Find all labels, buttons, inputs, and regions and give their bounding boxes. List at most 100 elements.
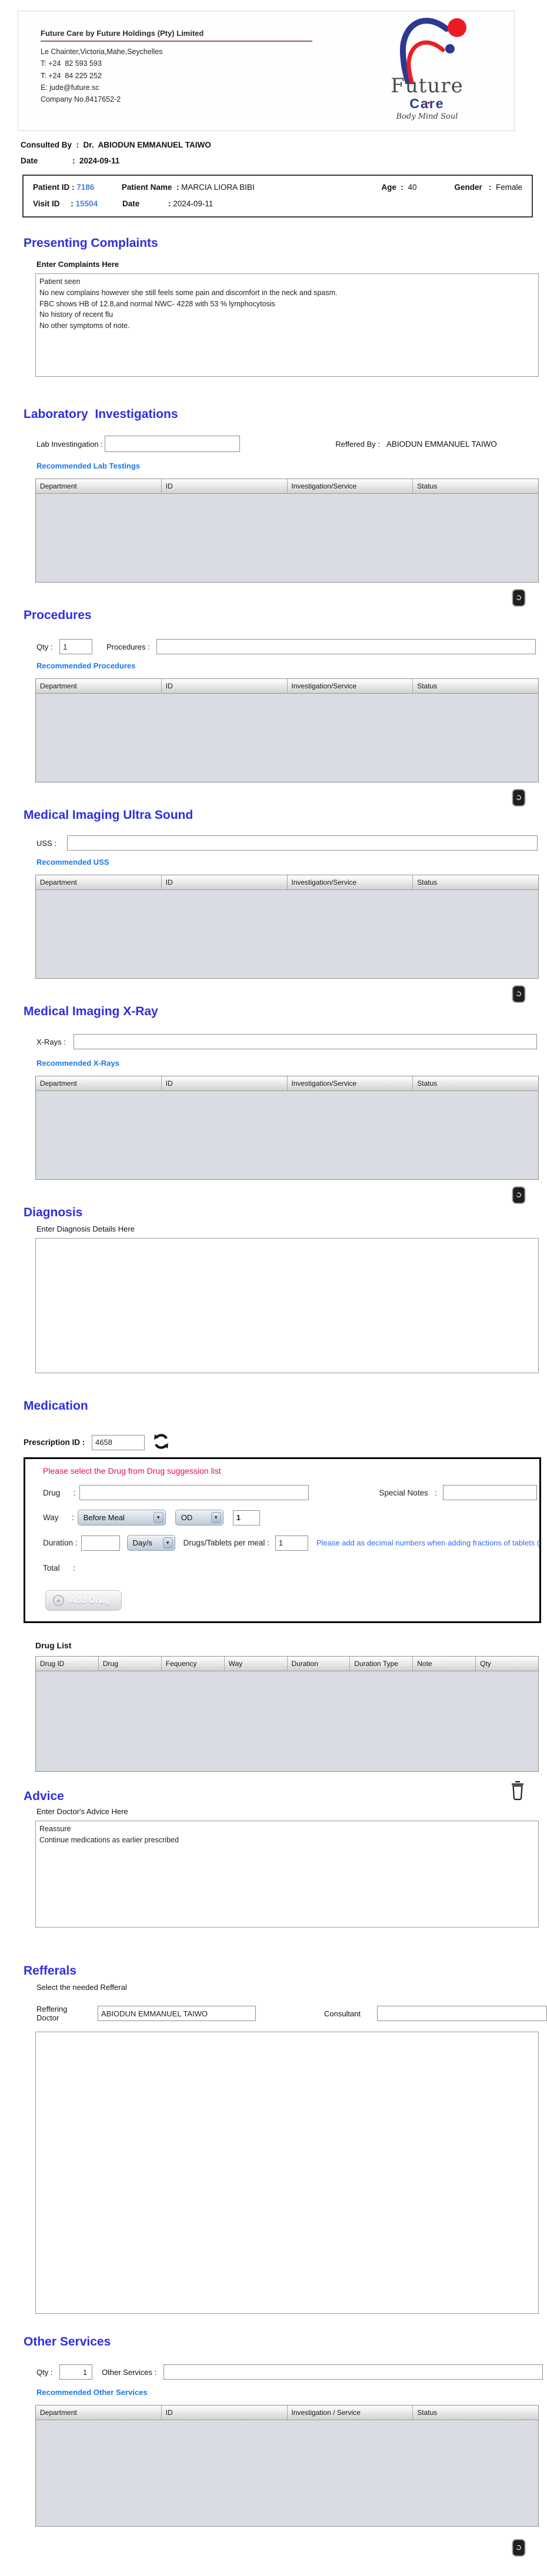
- lab-table: Department ID Investigation/Service Status: [35, 479, 539, 583]
- way-label: Way :: [43, 1513, 74, 1522]
- patient-id-field: Patient ID : 7186: [33, 183, 95, 192]
- recommended-uss-link[interactable]: Recommended USS: [36, 858, 109, 867]
- clinical-consultation-page: Future Care by Future Holdings (Pty) Lim…: [0, 11, 547, 2576]
- column-header: Investigation / Service: [288, 2406, 413, 2420]
- lab-table-header: Department ID Investigation/Service Status: [36, 479, 538, 494]
- xrays-label: X-Rays :: [36, 1037, 68, 1046]
- lab-investigation-input[interactable]: [105, 436, 241, 452]
- uss-table: Department ID Investigation/Service Status: [35, 875, 539, 979]
- uss-table-header: Department ID Investigation/Service Status: [36, 875, 538, 890]
- other-services-table-header: Department ID Investigation / Service Statu…: [36, 2406, 538, 2420]
- column-header: Way: [225, 1657, 288, 1671]
- duration-label: Duration :: [43, 1538, 78, 1547]
- section-title-other-services: Other Services: [24, 2335, 111, 2348]
- trash-icon: [512, 985, 526, 1003]
- section-title-xray: Medical Imaging X-Ray: [24, 1005, 158, 1018]
- recommended-lab-testings-link[interactable]: Recommended Lab Testings: [36, 461, 140, 470]
- consultant-label: Consultant: [323, 2009, 361, 2018]
- consultant-input[interactable]: [377, 2006, 547, 2021]
- way-select[interactable]: Before Meal ▼: [77, 1510, 166, 1525]
- company-name: Future Care by Future Holdings (Pty) Lim…: [41, 29, 312, 42]
- consulted-by-value: Dr. ABIODUN EMMANUEL TAIWO: [83, 140, 211, 149]
- column-header: Department: [36, 2406, 162, 2420]
- column-header: Status: [417, 2408, 438, 2417]
- clear-other-services-table-button[interactable]: [512, 2538, 526, 2559]
- diagnosis-textarea[interactable]: [35, 1238, 539, 1373]
- prescription-id-input[interactable]: [92, 1434, 145, 1450]
- column-header: Investigation/Service: [288, 1076, 413, 1090]
- prescription-id-label: Prescription ID :: [24, 1438, 88, 1447]
- xrays-input[interactable]: [74, 1034, 538, 1049]
- patient-info-box: Patient ID : 7186 Patient Name : MARCIA …: [22, 175, 533, 218]
- procedures-table-header: Department ID Investigation/Service Status: [36, 679, 538, 694]
- clear-lab-table-button[interactable]: [512, 588, 526, 609]
- logo-word-care: Care ♥: [409, 96, 445, 111]
- clear-uss-table-button[interactable]: [512, 985, 526, 1005]
- clear-procedures-table-button[interactable]: [512, 788, 526, 809]
- chevron-down-icon: ▼: [162, 1537, 173, 1548]
- visit-id-value: 15504: [75, 199, 98, 208]
- date-label: Date: [21, 156, 38, 165]
- drug-label: Drug :: [43, 1488, 76, 1497]
- column-header: Department: [36, 479, 162, 493]
- lab-investigation-label: Lab Investingation :: [36, 439, 105, 449]
- visit-id-field: Visit ID : 15504: [33, 199, 98, 208]
- other-services-input[interactable]: [163, 2364, 543, 2380]
- procedures-table: Department ID Investigation/Service Status: [35, 678, 539, 782]
- trash-icon: [512, 2538, 526, 2557]
- uss-input[interactable]: [66, 835, 538, 851]
- way-qty-input[interactable]: [232, 1510, 260, 1525]
- complaints-textarea[interactable]: Patient seen No new complains however sh…: [35, 273, 539, 377]
- total-label: Total :: [43, 1564, 75, 1573]
- reffered-by-value: ABIODUN EMMANUEL TAIWO: [386, 439, 497, 449]
- column-header: Department: [36, 679, 162, 693]
- recommended-procedures-link[interactable]: Recommended Procedures: [36, 661, 135, 670]
- procedures-qty-label: Qty :: [36, 642, 55, 651]
- clear-drug-list-button[interactable]: [509, 1780, 526, 1803]
- drug-list-table: Drug ID Drug Fequency Way Duration Duration T…: [35, 1656, 539, 1772]
- procedures-qty-input[interactable]: [59, 639, 93, 654]
- company-number: Company No.8417652-2: [41, 95, 121, 103]
- other-services-table: Department ID Investigation / Service Statu…: [35, 2405, 539, 2527]
- visit-date-value: 2024-09-11: [173, 199, 214, 208]
- logo-word-future: Future: [391, 74, 463, 98]
- column-header: Status: [417, 482, 438, 490]
- patient-gender-field: Gender : Female: [454, 183, 522, 192]
- complaints-label: Enter Complaints Here: [36, 260, 119, 269]
- section-title-medication: Medication: [24, 1399, 88, 1413]
- drug-select-warning: Please select the Drug from Drug suggess…: [43, 1466, 221, 1476]
- advice-textarea[interactable]: Reassure Continue medications as earlier…: [35, 1821, 539, 1928]
- section-title-ultrasound: Medical Imaging Ultra Sound: [24, 808, 194, 822]
- column-header: Department: [36, 1076, 162, 1090]
- column-header: ID: [162, 679, 288, 693]
- clear-xray-table-button[interactable]: [512, 1186, 526, 1206]
- diagnosis-label: Enter Diagnosis Details Here: [36, 1225, 135, 1233]
- column-header: Department: [36, 875, 162, 889]
- reffering-doctor-input[interactable]: [98, 2006, 256, 2021]
- other-qty-input[interactable]: [59, 2364, 93, 2380]
- refferal-sub-label: Select the needed Refferal: [36, 1983, 127, 1992]
- refresh-prescription-button[interactable]: [153, 1433, 169, 1451]
- recommended-xrays-link[interactable]: Recommended X-Rays: [36, 1059, 119, 1068]
- procedures-input[interactable]: [156, 639, 536, 654]
- xray-table: Department ID Investigation/Service Status: [35, 1076, 539, 1180]
- uss-label: USS :: [36, 838, 59, 848]
- add-drug-button[interactable]: + Add Drug: [45, 1590, 122, 1611]
- heart-icon: ♥: [427, 100, 432, 106]
- chevron-down-icon: ▼: [211, 1512, 221, 1523]
- column-header: Duration Type: [350, 1657, 413, 1671]
- patient-id-value: 7186: [76, 183, 95, 192]
- drug-entry-panel: Please select the Drug from Drug suggess…: [24, 1457, 541, 1623]
- frequency-select[interactable]: OD ▼: [175, 1510, 224, 1525]
- per-meal-input[interactable]: [275, 1535, 308, 1551]
- chevron-down-icon: ▼: [153, 1512, 164, 1523]
- duration-unit-select[interactable]: Day/s ▼: [126, 1535, 175, 1551]
- section-title-laboratory-investigations: Laboratory Investigations: [24, 407, 178, 421]
- refferal-list-box[interactable]: [35, 2032, 539, 2314]
- special-notes-input[interactable]: [442, 1485, 537, 1500]
- recommended-other-services-link[interactable]: Recommended Other Services: [36, 2388, 148, 2397]
- duration-input[interactable]: [81, 1535, 120, 1551]
- section-title-procedures: Procedures: [24, 608, 92, 622]
- drug-input[interactable]: [79, 1485, 309, 1500]
- trash-icon: [512, 1186, 526, 1204]
